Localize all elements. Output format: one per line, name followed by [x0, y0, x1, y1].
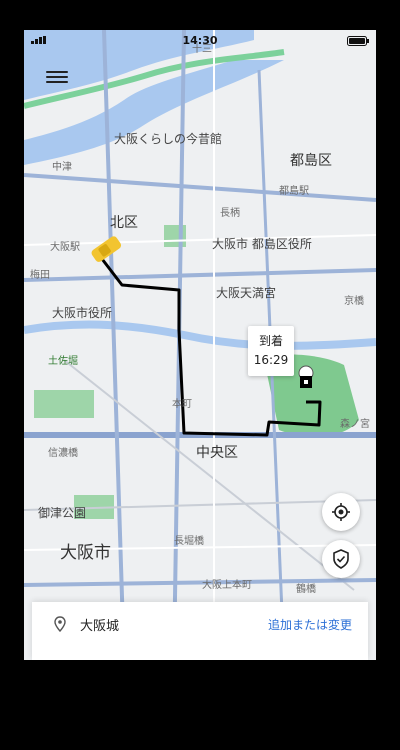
status-time: 14:30	[182, 34, 218, 47]
map-label-osaka-shi: 大阪市	[60, 543, 111, 563]
safety-button[interactable]	[322, 540, 360, 578]
map-label-park: 御津公園	[38, 506, 87, 520]
locate-me-button[interactable]	[322, 493, 360, 531]
menu-button[interactable]	[46, 68, 68, 86]
map-label-shinanobashi: 信濃橋	[48, 448, 78, 459]
map-label-temmangu: 大阪天満宮	[216, 286, 277, 300]
map-label-miyakojima-eki: 都島駅	[279, 186, 309, 197]
battery-icon	[347, 36, 369, 46]
location-pin-icon	[54, 616, 66, 632]
destination-marker-icon	[298, 365, 314, 388]
map-label-honmachi: 本町	[172, 399, 192, 410]
map-label-kyobashi: 京橋	[344, 296, 364, 307]
eta-time: 16:29	[253, 353, 289, 367]
map-label-nagara: 長柄	[220, 208, 240, 219]
map-label-nagahoribashi: 長堀橋	[174, 536, 204, 547]
map-label-chuo-ku: 中央区	[196, 445, 238, 461]
destination-row[interactable]: 大阪城 追加または変更	[32, 608, 368, 640]
destination-name: 大阪城	[80, 618, 120, 634]
destination-panel: 大阪城 追加または変更	[32, 602, 368, 660]
map-label-morinomiya: 森ノ宮	[340, 419, 370, 430]
map-label-miyakojima: 都島区	[290, 153, 332, 169]
map-label-uehommachi: 大阪上本町	[202, 580, 252, 591]
map-label-city-hall: 大阪市役所	[52, 306, 113, 320]
map-label-ward-office: 大阪市 都島区役所	[212, 237, 312, 251]
map-label-umeda: 梅田	[30, 270, 50, 281]
map-label-osaka-eki: 大阪駅	[50, 242, 80, 253]
signal-icon	[31, 36, 46, 44]
map-label-kita-ku: 北区	[110, 215, 138, 231]
map-label-tosabori: 土佐堀	[48, 356, 78, 367]
menu-bar-1	[46, 71, 68, 73]
add-or-change-link[interactable]: 追加または変更	[268, 616, 352, 633]
shield-check-icon	[333, 549, 349, 569]
eta-card: 到着 16:29	[248, 326, 294, 376]
crosshair-icon	[332, 503, 350, 521]
map-label-museum: 大阪くらしの今昔館	[114, 132, 223, 146]
status-bar: 14:30	[24, 30, 376, 50]
app-screen: 十三 大阪くらしの今昔館 都島区 中津 北区 都島駅 長柄 大阪駅 大阪市 都島…	[24, 30, 376, 660]
menu-bar-3	[46, 81, 68, 83]
menu-bar-2	[46, 76, 68, 78]
eta-label: 到着	[258, 334, 283, 348]
map-label-tsuruhashi: 鶴橋	[296, 584, 316, 595]
map-label-nakatsu: 中津	[52, 162, 72, 173]
phone-frame: 十三 大阪くらしの今昔館 都島区 中津 北区 都島駅 長柄 大阪駅 大阪市 都島…	[0, 0, 400, 750]
